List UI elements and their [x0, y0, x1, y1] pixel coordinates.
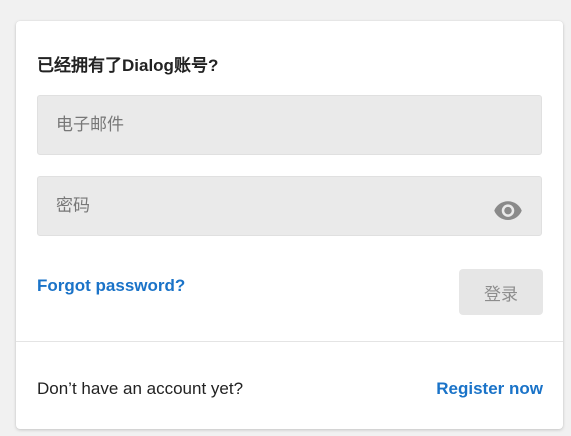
- divider: [16, 341, 563, 342]
- login-button[interactable]: 登录: [459, 269, 543, 315]
- register-link[interactable]: Register now: [436, 379, 543, 399]
- login-card: 已经拥有了Dialog账号? Forgot password? 登录 Don’t…: [16, 21, 563, 429]
- email-field-container[interactable]: [37, 95, 542, 155]
- login-heading: 已经拥有了Dialog账号?: [37, 56, 219, 75]
- password-field-container[interactable]: [37, 176, 542, 236]
- no-account-text: Don’t have an account yet?: [37, 379, 244, 398]
- password-field[interactable]: [38, 177, 541, 235]
- eye-icon[interactable]: [493, 195, 523, 225]
- forgot-password-link[interactable]: Forgot password?: [37, 276, 185, 296]
- email-field[interactable]: [38, 96, 541, 154]
